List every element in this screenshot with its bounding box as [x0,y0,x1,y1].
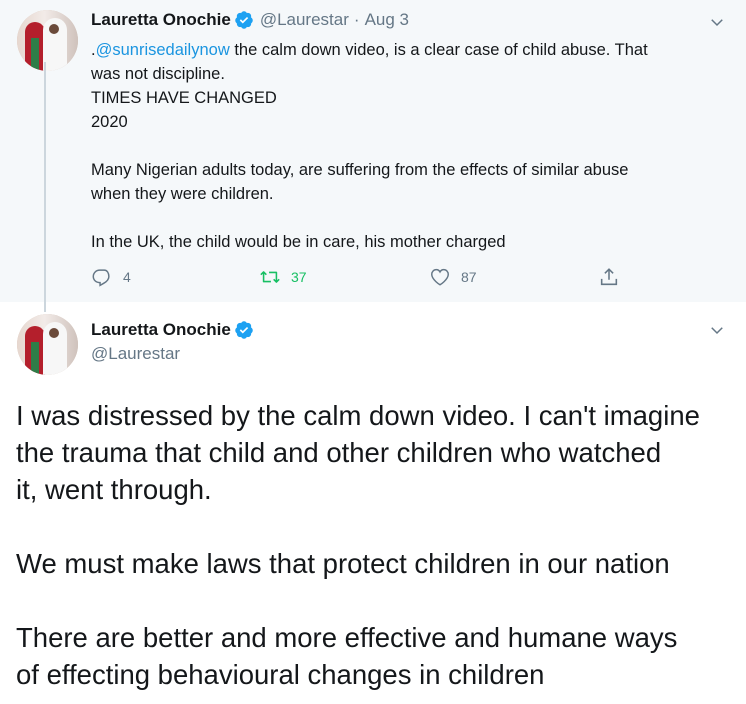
tweet-text-line: 2020 [91,113,128,131]
parent-tweet-text: .@sunrisedailynow the calm down video, i… [91,38,731,254]
heart-icon [431,268,449,286]
mention-link[interactable]: @sunrisedailynow [96,41,230,59]
tweet-text-line: was not discipline. [91,65,225,83]
tweet-text-line: when they were children. [91,185,274,203]
tweet-text-line: it, went through. [16,474,212,505]
tweet-text-blank [16,508,736,545]
tweet-text-fragment: the calm down video, is a clear case of … [229,41,648,59]
tweet-text-blank [91,206,731,230]
avatar[interactable] [17,10,78,71]
tweet-text-line: Many Nigerian adults today, are sufferin… [91,161,629,179]
handle[interactable]: @Laurestar [91,344,180,364]
chevron-down-icon[interactable] [708,13,726,31]
tweet-text-line: .@sunrisedailynow the calm down video, i… [91,38,731,62]
separator-dot: · [353,10,360,29]
main-tweet-text: I was distressed by the calm down video.… [16,397,736,693]
retweet-count: 37 [291,269,307,285]
parent-tweet-header: Lauretta Onochie @Laurestar · Aug 3 [91,10,409,30]
tweet-text-blank [91,134,731,158]
reply-button[interactable]: 4 [91,266,131,288]
tweet-text-blank [16,582,736,619]
verified-badge-icon [235,11,253,29]
display-name[interactable]: Lauretta Onochie [91,320,231,340]
tweet-text-line: of effecting behavioural changes in chil… [16,659,545,690]
display-name[interactable]: Lauretta Onochie [91,10,231,30]
like-count: 87 [461,269,477,285]
thread-connector-line [44,62,46,312]
reply-count: 4 [123,269,131,285]
parent-tweet[interactable]: Lauretta Onochie @Laurestar · Aug 3 .@su… [0,0,746,302]
retweet-icon [260,271,280,283]
tweet-text-line: In the UK, the child would be in care, h… [91,233,506,251]
tweet-text-line: TIMES HAVE CHANGED [91,89,277,107]
tweet-text-line: We must make laws that protect children … [16,548,670,579]
share-icon [600,268,618,286]
tweet-date[interactable]: Aug 3 [365,10,409,30]
retweet-button[interactable]: 37 [259,266,307,288]
like-button[interactable]: 87 [429,266,477,288]
tweet-text-line: There are better and more effective and … [16,622,678,653]
main-tweet-name-row: Lauretta Onochie [91,320,254,340]
reply-icon [92,269,110,287]
handle[interactable]: @Laurestar [260,10,349,30]
verified-badge-icon [235,321,253,339]
tweet-text-line: the trauma that child and other children… [16,437,662,468]
chevron-down-icon[interactable] [708,321,726,339]
tweet-text-line: I was distressed by the calm down video.… [16,400,700,431]
avatar[interactable] [17,314,78,375]
share-button[interactable] [598,266,620,288]
